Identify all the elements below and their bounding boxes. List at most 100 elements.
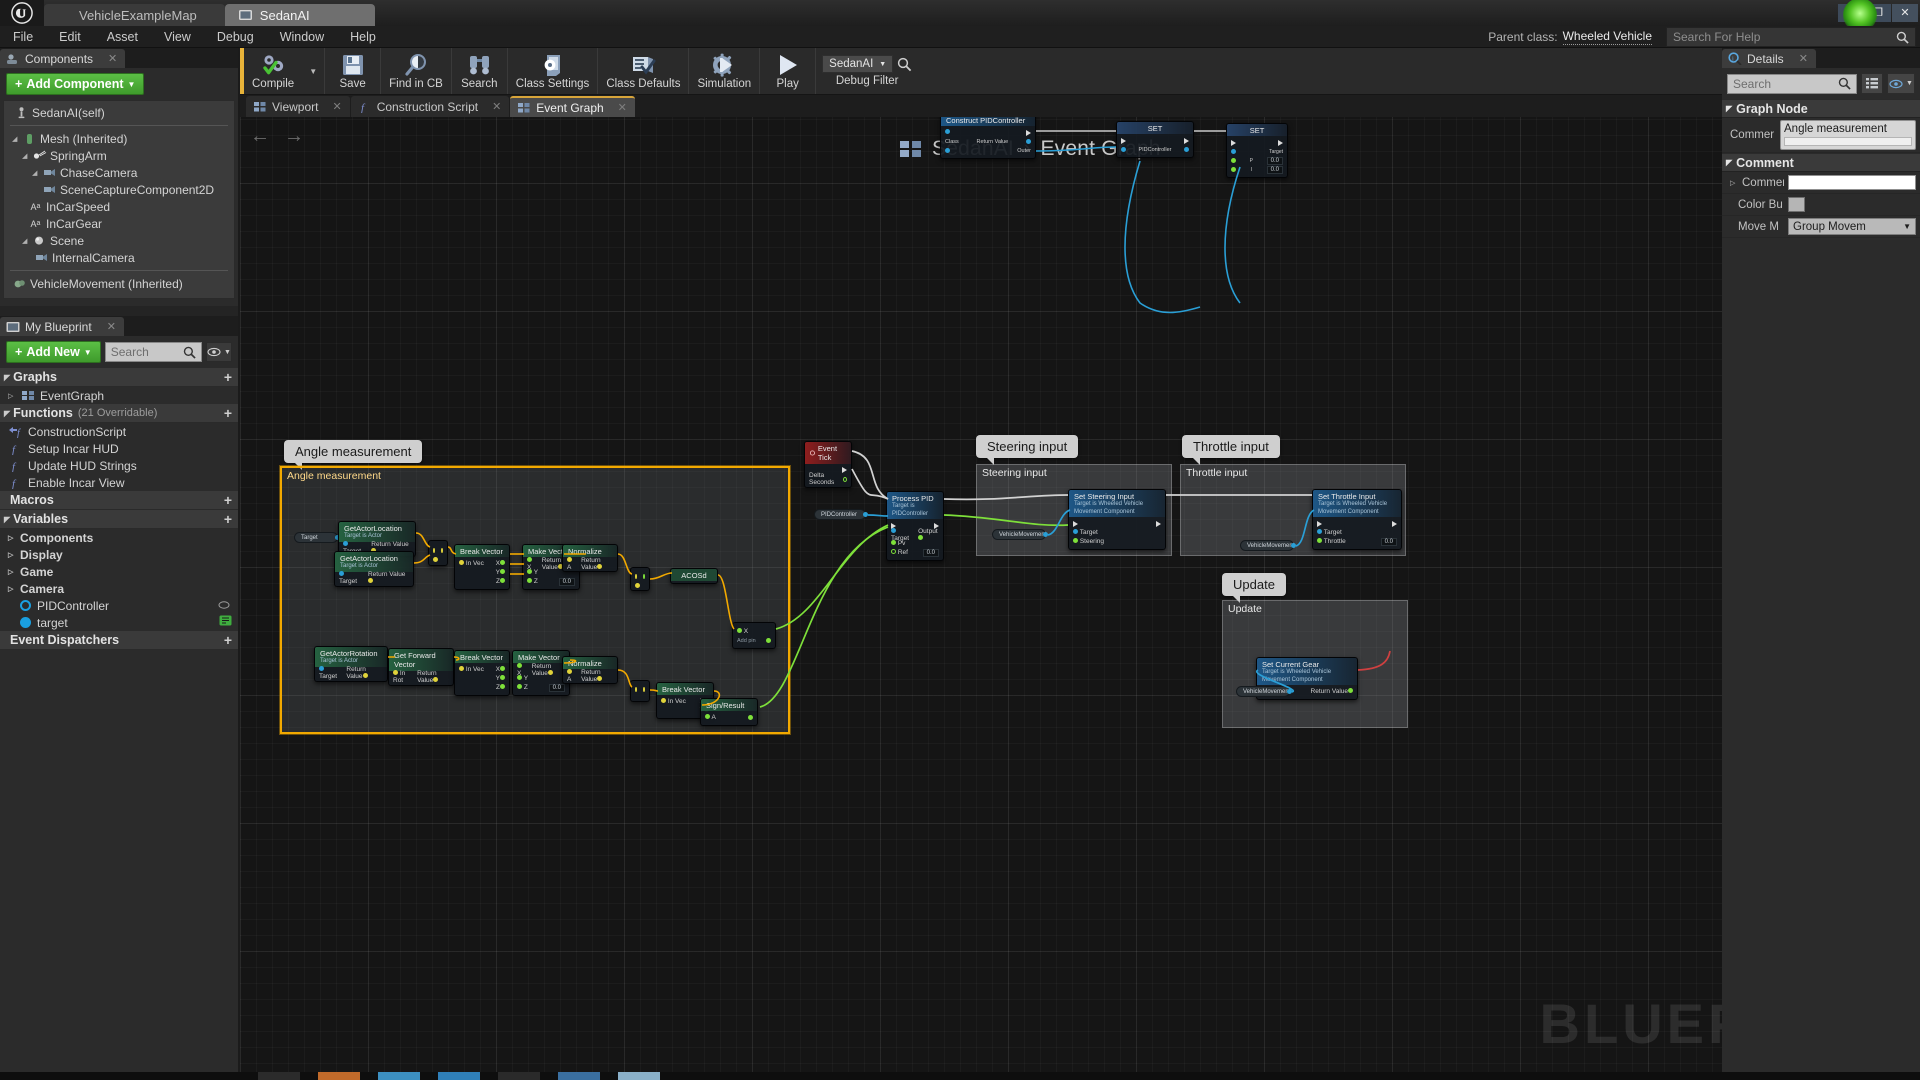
node-pin-row[interactable]	[1121, 136, 1189, 145]
node-pin-row[interactable]: I 0.0	[1231, 165, 1283, 174]
comment-text-field[interactable]: Angle measurement	[1780, 120, 1916, 150]
window-tab-sedanai[interactable]: SedanAI	[224, 4, 375, 26]
component-row-scenecapturecomponent2d[interactable]: SceneCaptureComponent2D	[4, 181, 234, 198]
taskbar-item[interactable]	[258, 1072, 300, 1080]
expand-arrow-icon[interactable]: ▷	[8, 551, 16, 559]
comment-bubble-throttle-input[interactable]: Throttle input	[1182, 435, 1280, 465]
tab-components[interactable]: Components ✕	[0, 49, 126, 68]
node-pin-row[interactable]: X Return Value	[517, 662, 565, 677]
close-icon[interactable]: ✕	[1799, 52, 1808, 65]
node-pin-row[interactable]	[635, 572, 645, 581]
myblueprint-search-input[interactable]	[110, 345, 183, 359]
graph-pill-vehiclemovement-2[interactable]: VehicleMovement	[1240, 540, 1296, 551]
simulation-button[interactable]: Simulation	[689, 48, 761, 94]
graph-node-break-vector-1[interactable]: Break Vector In Vec X Y Z	[454, 544, 510, 591]
graph-node-cross-product[interactable]	[630, 680, 650, 702]
node-pin-row[interactable]	[635, 581, 645, 590]
add-function-button[interactable]: +	[224, 405, 232, 421]
list-item-setup-incar-hud[interactable]: f Setup Incar HUD	[0, 440, 238, 457]
node-pin-row[interactable]: Delta Seconds	[809, 472, 847, 486]
list-item-eventgraph[interactable]: ▷ EventGraph	[0, 387, 238, 404]
help-search-input[interactable]	[1673, 30, 1896, 44]
component-row-mesh[interactable]: ◢ Mesh (Inherited)	[4, 130, 234, 147]
node-pin-row[interactable]	[635, 685, 645, 694]
node-pin-row[interactable]: Target Output	[891, 527, 939, 542]
node-pin-row[interactable]: Z	[459, 683, 505, 692]
save-button[interactable]: Save	[325, 48, 382, 94]
graph-node-acosd[interactable]: ACOSd	[670, 568, 718, 584]
play-button[interactable]: Play	[760, 48, 817, 94]
comment-bubble-update[interactable]: Update	[1222, 573, 1286, 603]
close-button[interactable]: ✕	[1892, 4, 1918, 22]
details-visibility-button[interactable]: ▼	[1887, 73, 1915, 94]
node-pin-row[interactable]: Z 0.0	[517, 683, 565, 692]
component-row-vehiclemovement[interactable]: VehicleMovement (Inherited)	[4, 275, 234, 292]
graph-node-event-tick[interactable]: Event Tick Delta Seconds	[804, 441, 852, 488]
add-variable-button[interactable]: +	[224, 511, 232, 527]
expand-arrow-icon[interactable]: ◢	[22, 237, 32, 245]
graph-node-process-pid[interactable]: Process PID Target is PIDController Targe…	[886, 491, 944, 562]
node-pin-row[interactable]: P 0.0	[1231, 156, 1283, 165]
compile-options-chevron-icon[interactable]: ▼	[302, 67, 324, 76]
find-in-cb-button[interactable]: Find in CB	[381, 48, 452, 94]
tab-details[interactable]: i Details ✕	[1722, 49, 1816, 68]
graph-pill-pidcontroller[interactable]: PIDController	[814, 509, 868, 520]
graph-node-set-pidcontroller[interactable]: SET PIDController	[1116, 121, 1194, 159]
myblueprint-visibility-button[interactable]: ▼	[206, 342, 232, 362]
menu-debug[interactable]: Debug	[204, 26, 267, 48]
node-pin-row[interactable]	[1231, 138, 1283, 147]
readonly-icon[interactable]	[218, 599, 230, 613]
node-pin-row[interactable]: Throttle 0.0	[1317, 537, 1397, 546]
variable-target[interactable]: target	[0, 614, 238, 631]
tab-event-graph[interactable]: Event Graph ✕	[510, 96, 635, 117]
graph-node-normalize-2[interactable]: Normalize A Return Value	[562, 656, 618, 685]
graph-node-add-pin[interactable]: X Add pin	[732, 622, 776, 649]
expand-arrow-icon[interactable]: ◢	[12, 135, 22, 143]
collapse-arrow-icon[interactable]: ◤	[4, 373, 10, 382]
expand-arrow-icon[interactable]: ◢	[32, 169, 42, 177]
node-pin-row[interactable]: Z	[459, 577, 505, 586]
help-search-box[interactable]	[1666, 27, 1916, 47]
node-pin-row[interactable]: Class Return Value	[945, 137, 1031, 146]
node-pin-row[interactable]: Y	[459, 674, 505, 683]
add-macro-button[interactable]: +	[224, 492, 232, 508]
variable-category-game[interactable]: ▷ Game	[0, 563, 238, 580]
graph-back-button[interactable]: ←	[250, 125, 270, 148]
node-pin-row[interactable]: Y	[459, 568, 505, 577]
add-graph-button[interactable]: +	[224, 369, 232, 385]
section-functions[interactable]: ◤ Functions (21 Overridable) +	[0, 404, 238, 423]
add-component-button[interactable]: + Add Component ▼	[6, 73, 145, 95]
menu-window[interactable]: Window	[267, 26, 337, 48]
add-event-dispatcher-button[interactable]: +	[224, 632, 232, 648]
tooltip-icon[interactable]	[219, 615, 232, 630]
graph-node-getactorrotation[interactable]: GetActorRotation Target is Actor Target Re…	[314, 646, 388, 682]
expand-arrow-icon[interactable]: ◢	[22, 152, 32, 160]
class-settings-button[interactable]: Class Settings	[508, 48, 599, 94]
component-row-chasecamera[interactable]: ◢ ChaseCamera	[4, 164, 234, 181]
node-pin-row[interactable]	[433, 546, 443, 555]
node-pin-row[interactable]	[433, 555, 443, 564]
menu-edit[interactable]: Edit	[46, 26, 94, 48]
graph-pill-vehiclemovement-3[interactable]: VehicleMovement	[1236, 686, 1292, 697]
node-pin-row[interactable]	[945, 128, 1031, 137]
comment-bubble-angle-measurement[interactable]: Angle measurement	[284, 440, 423, 470]
node-pin-row[interactable]	[1317, 519, 1397, 528]
graph-node-getactorlocation-2[interactable]: GetActorLocation Target is Actor Target Re…	[334, 551, 414, 587]
component-row-incargear[interactable]: Aa InCarGear	[4, 215, 234, 232]
component-row-springarm[interactable]: ◢ SpringArm	[4, 147, 234, 164]
details-section-comment[interactable]: ◤ Comment	[1722, 153, 1920, 172]
list-item-update-hud-strings[interactable]: f Update HUD Strings	[0, 457, 238, 474]
expand-arrow-icon[interactable]: ▷	[8, 585, 16, 593]
node-pin-row[interactable]	[1073, 519, 1161, 528]
node-pin-row[interactable]: A Return Value	[567, 668, 613, 683]
close-icon[interactable]: ✕	[492, 100, 501, 113]
close-icon[interactable]: ✕	[332, 100, 341, 113]
collapse-arrow-icon[interactable]: ◤	[4, 515, 10, 524]
graph-node-set-steering-input[interactable]: Set Steering Input Target is Wheeled Vehi…	[1068, 489, 1166, 551]
node-pin-row[interactable]: Ref 0.0	[891, 548, 939, 557]
menu-file[interactable]: File	[0, 26, 46, 48]
menu-asset[interactable]: Asset	[94, 26, 151, 48]
graph-node-normalize-1[interactable]: Normalize A Return Value	[562, 544, 618, 573]
tab-construction-script[interactable]: f Construction Script ✕	[350, 96, 510, 117]
component-row-incarspeed[interactable]: Aa InCarSpeed	[4, 198, 234, 215]
